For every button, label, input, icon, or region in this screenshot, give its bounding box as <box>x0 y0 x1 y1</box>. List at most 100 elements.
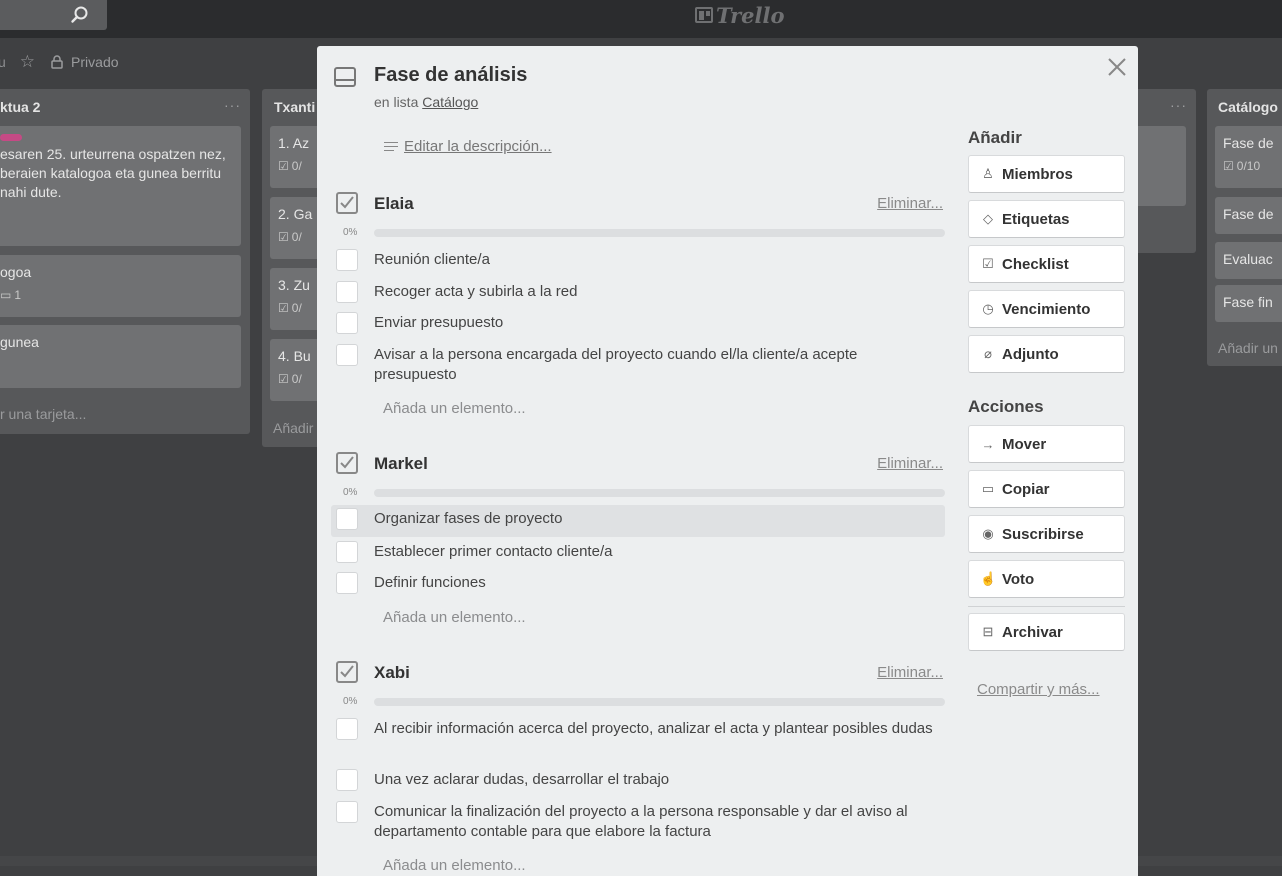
list-card[interactable]: Fase de <box>1215 197 1282 234</box>
list-card[interactable]: Fase de ☑ 0/10 <box>1215 126 1282 188</box>
add-checklist-item[interactable]: Añada un elemento... <box>383 857 526 874</box>
checklist-title[interactable]: Markel <box>374 454 428 474</box>
copy-button[interactable]: ▭ Copiar <box>968 470 1125 508</box>
clock-icon: ◷ <box>982 301 994 316</box>
edit-description-link[interactable]: Editar la descripción... <box>384 138 552 155</box>
checklist-item-text[interactable]: Comunicar la finalización del proyecto a… <box>374 802 934 842</box>
star-icon[interactable]: ☆ <box>20 52 35 72</box>
attachment-button[interactable]: ⌀ Adjunto <box>968 335 1125 373</box>
eye-icon: ◉ <box>982 526 994 541</box>
checklist-item[interactable]: Una vez aclarar dudas, desarrollar el tr… <box>331 766 945 796</box>
delete-checklist-link[interactable]: Eliminar... <box>877 195 943 212</box>
trello-logo[interactable]: Trello <box>695 2 785 28</box>
checklist-progress-bar <box>374 489 945 497</box>
members-button[interactable]: ♙ Miembros <box>968 155 1125 193</box>
share-and-more-link[interactable]: Compartir y más... <box>977 681 1100 698</box>
privacy-label[interactable]: Privado <box>71 54 118 70</box>
search-box[interactable] <box>0 0 107 30</box>
archive-button[interactable]: ⊟ Archivar <box>968 613 1125 651</box>
delete-checklist-link[interactable]: Eliminar... <box>877 455 943 472</box>
list-card[interactable]: ogoa ▭ 1 <box>0 255 241 317</box>
add-card-link[interactable]: r una tarjeta... <box>0 406 86 422</box>
list-title[interactable]: ktua 2 <box>0 99 40 115</box>
comment-badge: ▭ 1 <box>0 286 233 305</box>
checklist-icon <box>336 192 358 214</box>
checklist-item[interactable]: Enviar presupuesto <box>331 309 945 339</box>
checklist-item-text[interactable]: Establecer primer contacto cliente/a <box>374 542 934 562</box>
checklist-item-checkbox[interactable] <box>336 572 358 594</box>
checklist-button[interactable]: ☑ Checklist <box>968 245 1125 283</box>
checklist-item-text[interactable]: Avisar a la persona encargada del proyec… <box>374 345 934 385</box>
checklist-title[interactable]: Xabi <box>374 663 410 683</box>
card-title[interactable]: Fase de análisis <box>374 64 527 87</box>
checklist-item-text[interactable]: Organizar fases de proyecto <box>374 509 934 529</box>
checklist-item-text[interactable]: Recoger acta y subirla a la red <box>374 282 934 302</box>
board-name-fragment[interactable]: u <box>0 54 6 70</box>
checklist-item-text[interactable]: Enviar presupuesto <box>374 313 934 333</box>
due-date-button[interactable]: ◷ Vencimiento <box>968 290 1125 328</box>
checklist-title[interactable]: Elaia <box>374 194 414 214</box>
checklist-item[interactable]: Comunicar la finalización del proyecto a… <box>331 798 945 846</box>
card-text: gunea <box>0 334 39 350</box>
trello-logo-text: Trello <box>716 2 785 28</box>
add-checklist-item[interactable]: Añada un elemento... <box>383 609 526 626</box>
card-detail-dialog: Fase de análisis en lista Catálogo Edita… <box>317 46 1138 876</box>
checklist-item-text[interactable]: Definir funciones <box>374 573 934 593</box>
list-title[interactable]: Catálogo <box>1218 99 1278 115</box>
checklist-item-text[interactable]: Reunión cliente/a <box>374 250 934 270</box>
list-card[interactable]: Fase fin <box>1215 285 1282 322</box>
add-card-link[interactable]: Añadir <box>273 420 313 436</box>
close-icon[interactable] <box>1106 56 1128 78</box>
checklist-item-checkbox[interactable] <box>336 801 358 823</box>
checklist-progress-label: 0% <box>343 487 358 498</box>
description-icon <box>384 141 398 153</box>
labels-button[interactable]: ◇ Etiquetas <box>968 200 1125 238</box>
top-bar: Trello <box>0 0 1282 38</box>
card-icon: ▭ <box>981 481 995 496</box>
checklist-item[interactable]: Reunión cliente/a <box>331 246 945 276</box>
checklist-badge-icon: ☑ <box>1223 159 1234 173</box>
board-header: u ☆ Privado <box>0 48 119 76</box>
checklist-badge-icon: ☑ <box>278 230 289 244</box>
delete-checklist-link[interactable]: Eliminar... <box>877 664 943 681</box>
add-card-link[interactable]: Añadir un <box>1218 340 1278 356</box>
move-button[interactable]: → Mover <box>968 425 1125 463</box>
checklist-item-text[interactable]: Al recibir información acerca del proyec… <box>374 719 934 739</box>
sidebar-divider <box>968 606 1125 607</box>
checklist-item[interactable]: Avisar a la persona encargada del proyec… <box>331 341 945 389</box>
subscribe-button[interactable]: ◉ Suscribirse <box>968 515 1125 553</box>
search-icon[interactable] <box>70 5 90 25</box>
checklist-item[interactable]: Definir funciones <box>331 569 945 599</box>
vote-button[interactable]: ☝ Voto <box>968 560 1125 598</box>
list-menu-icon[interactable]: ··· <box>224 97 241 113</box>
checklist-item-checkbox[interactable] <box>336 249 358 271</box>
checklist-item-text[interactable]: Una vez aclarar dudas, desarrollar el tr… <box>374 770 934 790</box>
checklist-item-checkbox[interactable] <box>336 541 358 563</box>
checklist-item-checkbox[interactable] <box>336 281 358 303</box>
add-checklist-item[interactable]: Añada un elemento... <box>383 400 526 417</box>
list-link[interactable]: Catálogo <box>422 94 478 110</box>
checklist-badge-icon: ☑ <box>278 301 289 315</box>
checklist-item-checkbox[interactable] <box>336 312 358 334</box>
list-card[interactable]: gunea <box>0 325 241 388</box>
arrow-right-icon: → <box>981 436 995 452</box>
checklist-progress-bar <box>374 229 945 237</box>
checklist-item[interactable]: Organizar fases de proyecto <box>331 505 945 537</box>
checklist-badge-icon: ☑ <box>278 372 289 386</box>
checklist-icon <box>336 661 358 683</box>
list-title[interactable]: Txanti <box>274 99 315 115</box>
checklist-item-checkbox[interactable] <box>336 344 358 366</box>
checklist-item[interactable]: Establecer primer contacto cliente/a <box>331 538 945 568</box>
list-card[interactable]: esaren 25. urteurrena ospatzen nez, bera… <box>0 126 241 246</box>
checklist-item-checkbox[interactable] <box>336 718 358 740</box>
board-list: ktua 2 ··· esaren 25. urteurrena ospatze… <box>0 89 250 434</box>
checklist-item-checkbox[interactable] <box>336 769 358 791</box>
board-list: Catálogo Fase de ☑ 0/10 Fase de Evaluac F… <box>1207 89 1282 366</box>
checklist-item[interactable]: Al recibir información acerca del proyec… <box>331 715 945 763</box>
lock-icon <box>51 55 63 69</box>
checklist-item[interactable]: Recoger acta y subirla a la red <box>331 278 945 308</box>
list-menu-icon[interactable]: ··· <box>1170 97 1187 113</box>
list-card[interactable]: Evaluac <box>1215 242 1282 279</box>
comment-icon: ▭ <box>0 288 12 302</box>
checklist-item-checkbox[interactable] <box>336 508 358 530</box>
